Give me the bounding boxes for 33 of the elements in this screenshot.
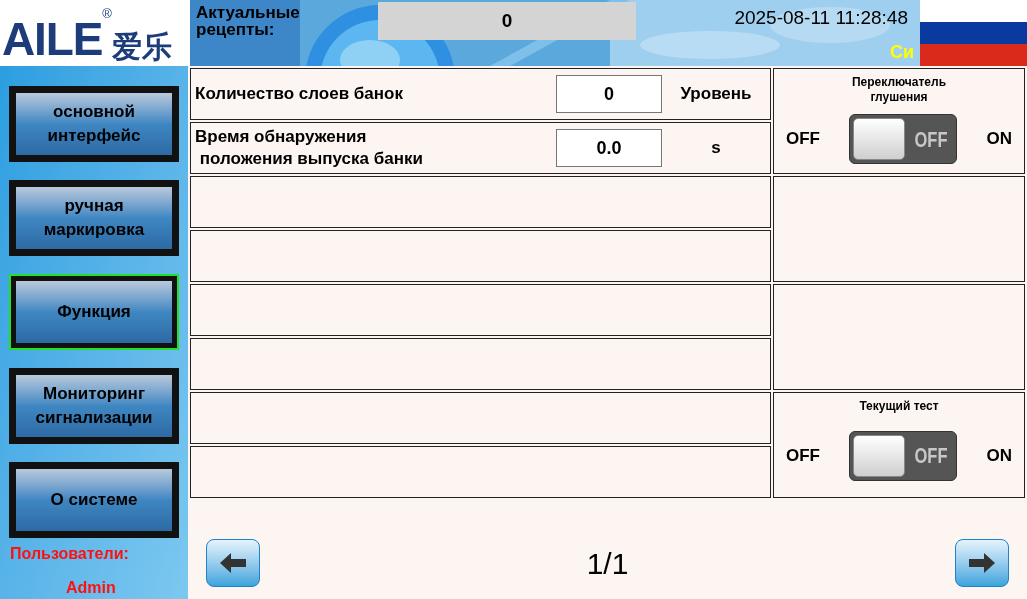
flag-icon [920,0,1027,66]
next-button[interactable] [955,539,1009,587]
unit-label: s [710,137,722,160]
on-label: ON [986,444,1012,467]
nav-button[interactable]: ручная маркировка [9,180,179,256]
off-label: OFF [786,128,820,151]
panel-title: Переключатель глушения [850,75,948,105]
on-label: ON [986,128,1012,151]
parameter-label: Количество слоев банок [195,83,404,105]
nav-button[interactable]: Мониторинг сигнализации [9,368,179,444]
registered-mark: ® [102,5,112,23]
logo-text: AILE [2,16,103,62]
user-name: Admin [65,578,117,598]
nav-button[interactable]: основной интерфейс [9,86,179,162]
right-arrow-icon [969,553,995,573]
toggle-switch[interactable]: OFF [849,114,958,164]
logo-cjk: 爱乐 [111,32,172,62]
panel-title: Текущий тест [858,399,940,414]
off-label: OFF [786,444,820,467]
value-field[interactable]: 0.0 [556,129,662,167]
page-indicator: 1/1 [586,545,629,582]
unit-label: Уровень [679,83,753,106]
recipe-field[interactable]: 0 [378,2,636,40]
toggle-switch[interactable]: OFF [849,430,958,481]
datetime: 2025-08-11 11:28:48 [734,6,908,30]
parameter-label: Время обнаружения положения выпуска банки [195,126,424,170]
nav-button[interactable]: О системе [9,462,179,538]
recipe-label: Актуальные рецепты: [195,2,301,38]
value-field[interactable]: 0 [556,75,662,113]
user-label: Пользователи: [10,544,130,564]
nav-button[interactable]: Функция [9,274,179,350]
left-arrow-icon [220,553,246,573]
previous-button[interactable] [206,539,260,587]
